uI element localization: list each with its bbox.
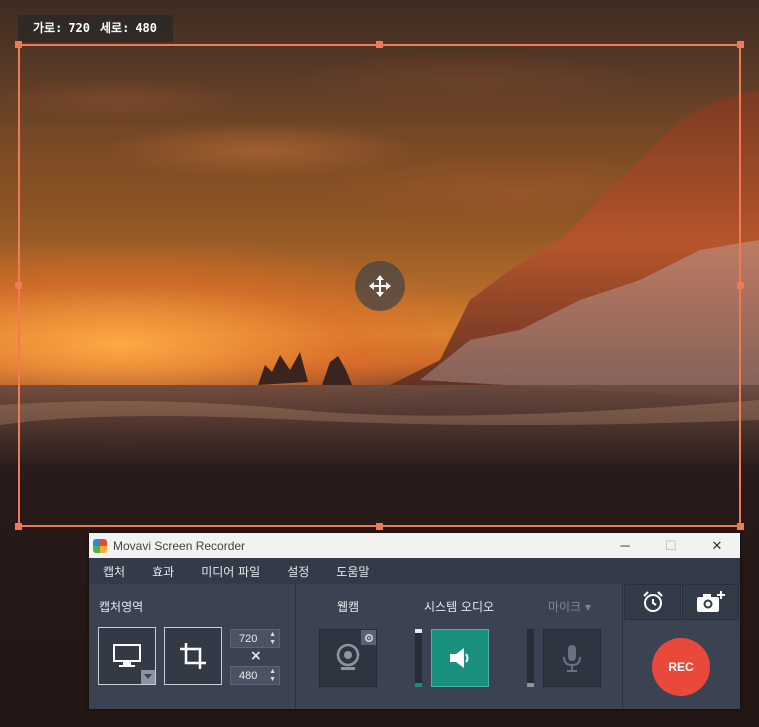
devices-panel: 웹캠 시스템 오디오 마이크 ▾ [297, 584, 623, 709]
resize-handle-bottom-center[interactable] [376, 523, 383, 530]
microphone-icon [563, 645, 581, 672]
maximize-button[interactable]: ☐ [648, 533, 694, 558]
system-audio-toggle-button[interactable] [431, 629, 489, 687]
speaker-icon [450, 648, 469, 668]
width-value: 720 [68, 21, 90, 35]
width-input-value: 720 [239, 632, 258, 645]
system-audio-label: 시스템 오디오 [424, 600, 495, 614]
menu-settings[interactable]: 설정 [273, 563, 322, 580]
height-spinner[interactable]: ▲ ▼ [269, 668, 276, 684]
resize-handle-top-center[interactable] [376, 41, 383, 48]
height-value: 480 [135, 21, 157, 35]
width-input[interactable]: 720 ▲ ▼ [230, 629, 280, 648]
menu-media-files[interactable]: 미디어 파일 [187, 563, 273, 580]
width-caption: 가로: [33, 21, 63, 35]
record-button[interactable]: REC [652, 638, 710, 696]
window-controls: ─ ☐ ✕ [602, 533, 740, 558]
window-title: Movavi Screen Recorder [113, 538, 246, 553]
fullscreen-capture-button[interactable] [98, 627, 156, 685]
microphone-dropdown-caret[interactable]: ▾ [585, 600, 591, 614]
menu-bar: 캡처 효과 미디어 파일 설정 도움말 [89, 558, 740, 584]
height-caption: 세로: [100, 21, 130, 35]
level-peak [415, 629, 422, 633]
camera-plus-icon [696, 591, 725, 612]
window-titlebar[interactable]: Movavi Screen Recorder ─ ☐ ✕ [89, 533, 740, 558]
select-area-button[interactable] [164, 627, 222, 685]
caret-down-icon [144, 674, 152, 679]
microphone-level-meter [527, 629, 534, 687]
resize-handle-top-left[interactable] [15, 41, 22, 48]
resize-handle-top-right[interactable] [737, 41, 744, 48]
webcam-label: 웹캠 [337, 600, 360, 614]
capture-area-panel: 캡처영역 720 ▲ ▼ × 480 ▲ ▼ [89, 584, 296, 709]
spin-up-icon[interactable]: ▲ [269, 631, 276, 639]
close-button[interactable]: ✕ [694, 533, 740, 558]
microphone-toggle-button[interactable] [543, 629, 601, 687]
width-spinner[interactable]: ▲ ▼ [269, 631, 276, 647]
menu-effects[interactable]: 효과 [138, 563, 187, 580]
system-audio-level-meter [415, 629, 422, 687]
alarm-clock-icon [642, 591, 663, 612]
resize-handle-bottom-right[interactable] [737, 523, 744, 530]
take-screenshot-button[interactable] [682, 584, 739, 620]
times-symbol: × [250, 648, 262, 664]
menu-capture[interactable]: 캡처 [89, 563, 138, 580]
height-input[interactable]: 480 ▲ ▼ [230, 666, 280, 685]
level-base [415, 683, 422, 687]
gear-icon [364, 633, 373, 642]
record-panel: REC [624, 584, 740, 709]
monitor-icon [113, 644, 141, 667]
height-input-value: 480 [239, 669, 258, 682]
menu-help[interactable]: 도움말 [322, 563, 382, 580]
minimize-button[interactable]: ─ [602, 533, 648, 558]
schedule-recording-button[interactable] [624, 584, 681, 620]
move-arrows-icon[interactable] [355, 261, 405, 311]
resize-handle-bottom-left[interactable] [15, 523, 22, 530]
microphone-label: 마이크 ▾ [548, 598, 591, 615]
level-base [527, 683, 534, 687]
microphone-label-text: 마이크 [548, 600, 582, 614]
spin-down-icon[interactable]: ▼ [269, 639, 276, 647]
resize-handle-middle-right[interactable] [737, 282, 744, 289]
spin-up-icon[interactable]: ▲ [269, 668, 276, 676]
webcam-settings-button[interactable] [361, 630, 376, 645]
resize-handle-middle-left[interactable] [15, 282, 22, 289]
capture-area-label: 캡처영역 [99, 600, 144, 614]
spin-down-icon[interactable]: ▼ [269, 676, 276, 684]
capture-mode-dropdown[interactable] [141, 670, 155, 684]
webcam-icon [336, 643, 360, 670]
capture-size-label: 가로: 720 세로: 480 [18, 15, 173, 42]
movavi-logo-icon [93, 538, 107, 553]
recorder-window: Movavi Screen Recorder ─ ☐ ✕ 캡처 효과 미디어 파… [89, 533, 740, 709]
crop-icon [180, 643, 206, 669]
webcam-toggle-button[interactable] [319, 629, 377, 687]
